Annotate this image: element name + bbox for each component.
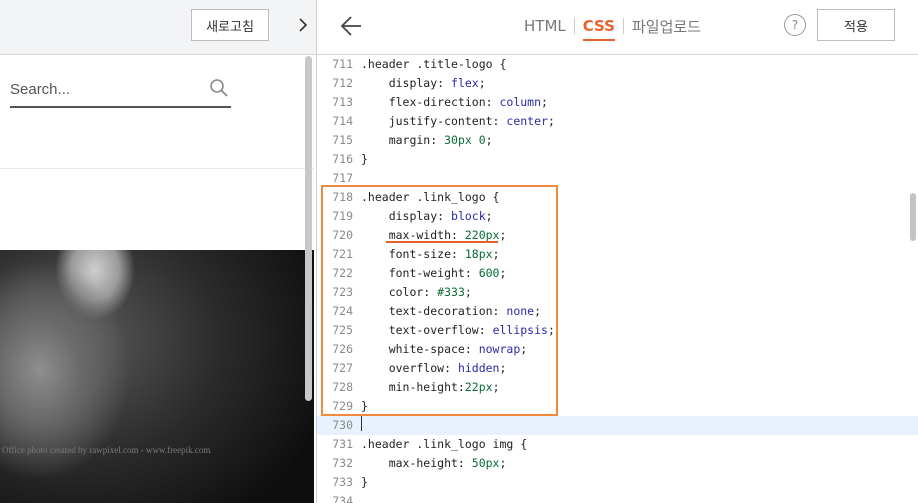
- code-editor[interactable]: 711 .header .title-logo { 712 display: fle…: [317, 55, 918, 503]
- code-line[interactable]: 723 color: #333;: [317, 283, 918, 302]
- line-number: 729: [332, 399, 353, 413]
- code-line[interactable]: 730: [317, 416, 918, 435]
- search-placeholder: Search...: [10, 81, 71, 98]
- line-code: justify-content: center;: [361, 114, 555, 128]
- line-number: 727: [332, 361, 353, 375]
- search-input[interactable]: Search...: [10, 76, 231, 108]
- line-code: }: [361, 475, 368, 489]
- code-line[interactable]: 727 overflow: hidden;: [317, 359, 918, 378]
- line-number: 713: [332, 95, 353, 109]
- line-code: font-size: 18px;: [361, 247, 500, 261]
- tab-html[interactable]: HTML: [524, 17, 566, 35]
- line-code: overflow: hidden;: [361, 361, 507, 375]
- editor-toolbar: HTML CSS 파일업로드 ? 적용: [317, 0, 918, 55]
- line-number: 722: [332, 266, 353, 280]
- help-icon[interactable]: ?: [784, 14, 806, 36]
- line-code: display: block;: [361, 209, 493, 223]
- editor-panel: HTML CSS 파일업로드 ? 적용 711 .header .title-lo…: [317, 0, 918, 503]
- line-number: 724: [332, 304, 353, 318]
- code-line[interactable]: 716}: [317, 150, 918, 169]
- code-line[interactable]: 719 display: block;: [317, 207, 918, 226]
- editor-tabs: HTML CSS 파일업로드: [524, 14, 701, 41]
- line-number: 733: [332, 475, 353, 489]
- line-number: 723: [332, 285, 353, 299]
- line-code: .header .link_logo {: [361, 190, 500, 204]
- line-number: 721: [332, 247, 353, 261]
- text-cursor: [361, 416, 362, 431]
- line-code: }: [361, 399, 368, 413]
- line-number: 717: [332, 171, 353, 185]
- line-code: max-height: 50px;: [361, 456, 507, 470]
- preview-toolbar: 새로고침: [0, 0, 317, 55]
- line-number: 734: [332, 494, 353, 503]
- code-line[interactable]: 726 white-space: nowrap;: [317, 340, 918, 359]
- line-code: white-space: nowrap;: [361, 342, 528, 356]
- tab-file-upload[interactable]: 파일업로드: [632, 16, 701, 37]
- code-line[interactable]: 731 .header .link_logo img {: [317, 435, 918, 454]
- tab-separator: [622, 18, 624, 34]
- search-icon[interactable]: [209, 78, 229, 98]
- line-number: 720: [332, 228, 353, 242]
- preview-scrollbar[interactable]: [305, 56, 312, 401]
- code-line[interactable]: 713 flex-direction: column;: [317, 93, 918, 112]
- line-number: 719: [332, 209, 353, 223]
- code-line[interactable]: 721 font-size: 18px;: [317, 245, 918, 264]
- line-number: 726: [332, 342, 353, 356]
- line-number: 730: [332, 418, 353, 432]
- line-number: 731: [332, 437, 353, 451]
- chevron-right-icon[interactable]: [293, 10, 313, 40]
- line-code: .header .link_logo img {: [361, 437, 528, 451]
- editor-scrollbar[interactable]: [910, 193, 916, 241]
- code-line[interactable]: 724 text-decoration: none;: [317, 302, 918, 321]
- divider: [0, 168, 314, 169]
- code-line[interactable]: 715 margin: 30px 0;: [317, 131, 918, 150]
- line-code: color: #333;: [361, 285, 472, 299]
- line-number: 715: [332, 133, 353, 147]
- tab-css[interactable]: CSS: [582, 17, 616, 41]
- line-code: margin: 30px 0;: [361, 133, 493, 147]
- code-line[interactable]: 718 .header .link_logo {: [317, 188, 918, 207]
- preview-panel: 새로고침 Search... Office photo created by r…: [0, 0, 317, 503]
- line-number: 712: [332, 76, 353, 90]
- line-code: text-overflow: ellipsis;: [361, 323, 555, 337]
- line-number: 732: [332, 456, 353, 470]
- line-code: .header .title-logo {: [361, 57, 507, 71]
- code-line[interactable]: 729}: [317, 397, 918, 416]
- line-code: text-decoration: none;: [361, 304, 542, 318]
- code-line[interactable]: 711 .header .title-logo {: [317, 55, 918, 74]
- image-credit: Office photo created by rawpixel.com - w…: [2, 445, 211, 455]
- code-line[interactable]: 717: [317, 169, 918, 188]
- code-line[interactable]: 734: [317, 492, 918, 503]
- line-code: }: [361, 152, 368, 166]
- line-code: flex-direction: column;: [361, 95, 548, 109]
- hero-image: Office photo created by rawpixel.com - w…: [0, 250, 314, 503]
- tab-separator: [573, 18, 575, 34]
- line-number: 725: [332, 323, 353, 337]
- code-line[interactable]: 728 min-height:22px;: [317, 378, 918, 397]
- line-number: 711: [332, 57, 353, 71]
- arrow-left-icon[interactable]: [339, 13, 365, 39]
- code-line[interactable]: 712 display: flex;: [317, 74, 918, 93]
- apply-button[interactable]: 적용: [817, 9, 895, 41]
- line-number: 728: [332, 380, 353, 394]
- code-line[interactable]: 714 justify-content: center;: [317, 112, 918, 131]
- code-line[interactable]: 732 max-height: 50px;: [317, 454, 918, 473]
- code-line[interactable]: 722 font-weight: 600;: [317, 264, 918, 283]
- line-number: 714: [332, 114, 353, 128]
- line-code: display: flex;: [361, 76, 486, 90]
- refresh-button[interactable]: 새로고침: [191, 9, 269, 41]
- line-code: font-weight: 600;: [361, 266, 507, 280]
- line-number: 718: [332, 190, 353, 204]
- line-code: min-height:22px;: [361, 380, 500, 394]
- line-number: 716: [332, 152, 353, 166]
- underline-annotation: [386, 241, 498, 243]
- site-preview: Search... Office photo created by rawpix…: [0, 56, 314, 503]
- code-line[interactable]: 725 text-overflow: ellipsis;: [317, 321, 918, 340]
- code-line[interactable]: 733}: [317, 473, 918, 492]
